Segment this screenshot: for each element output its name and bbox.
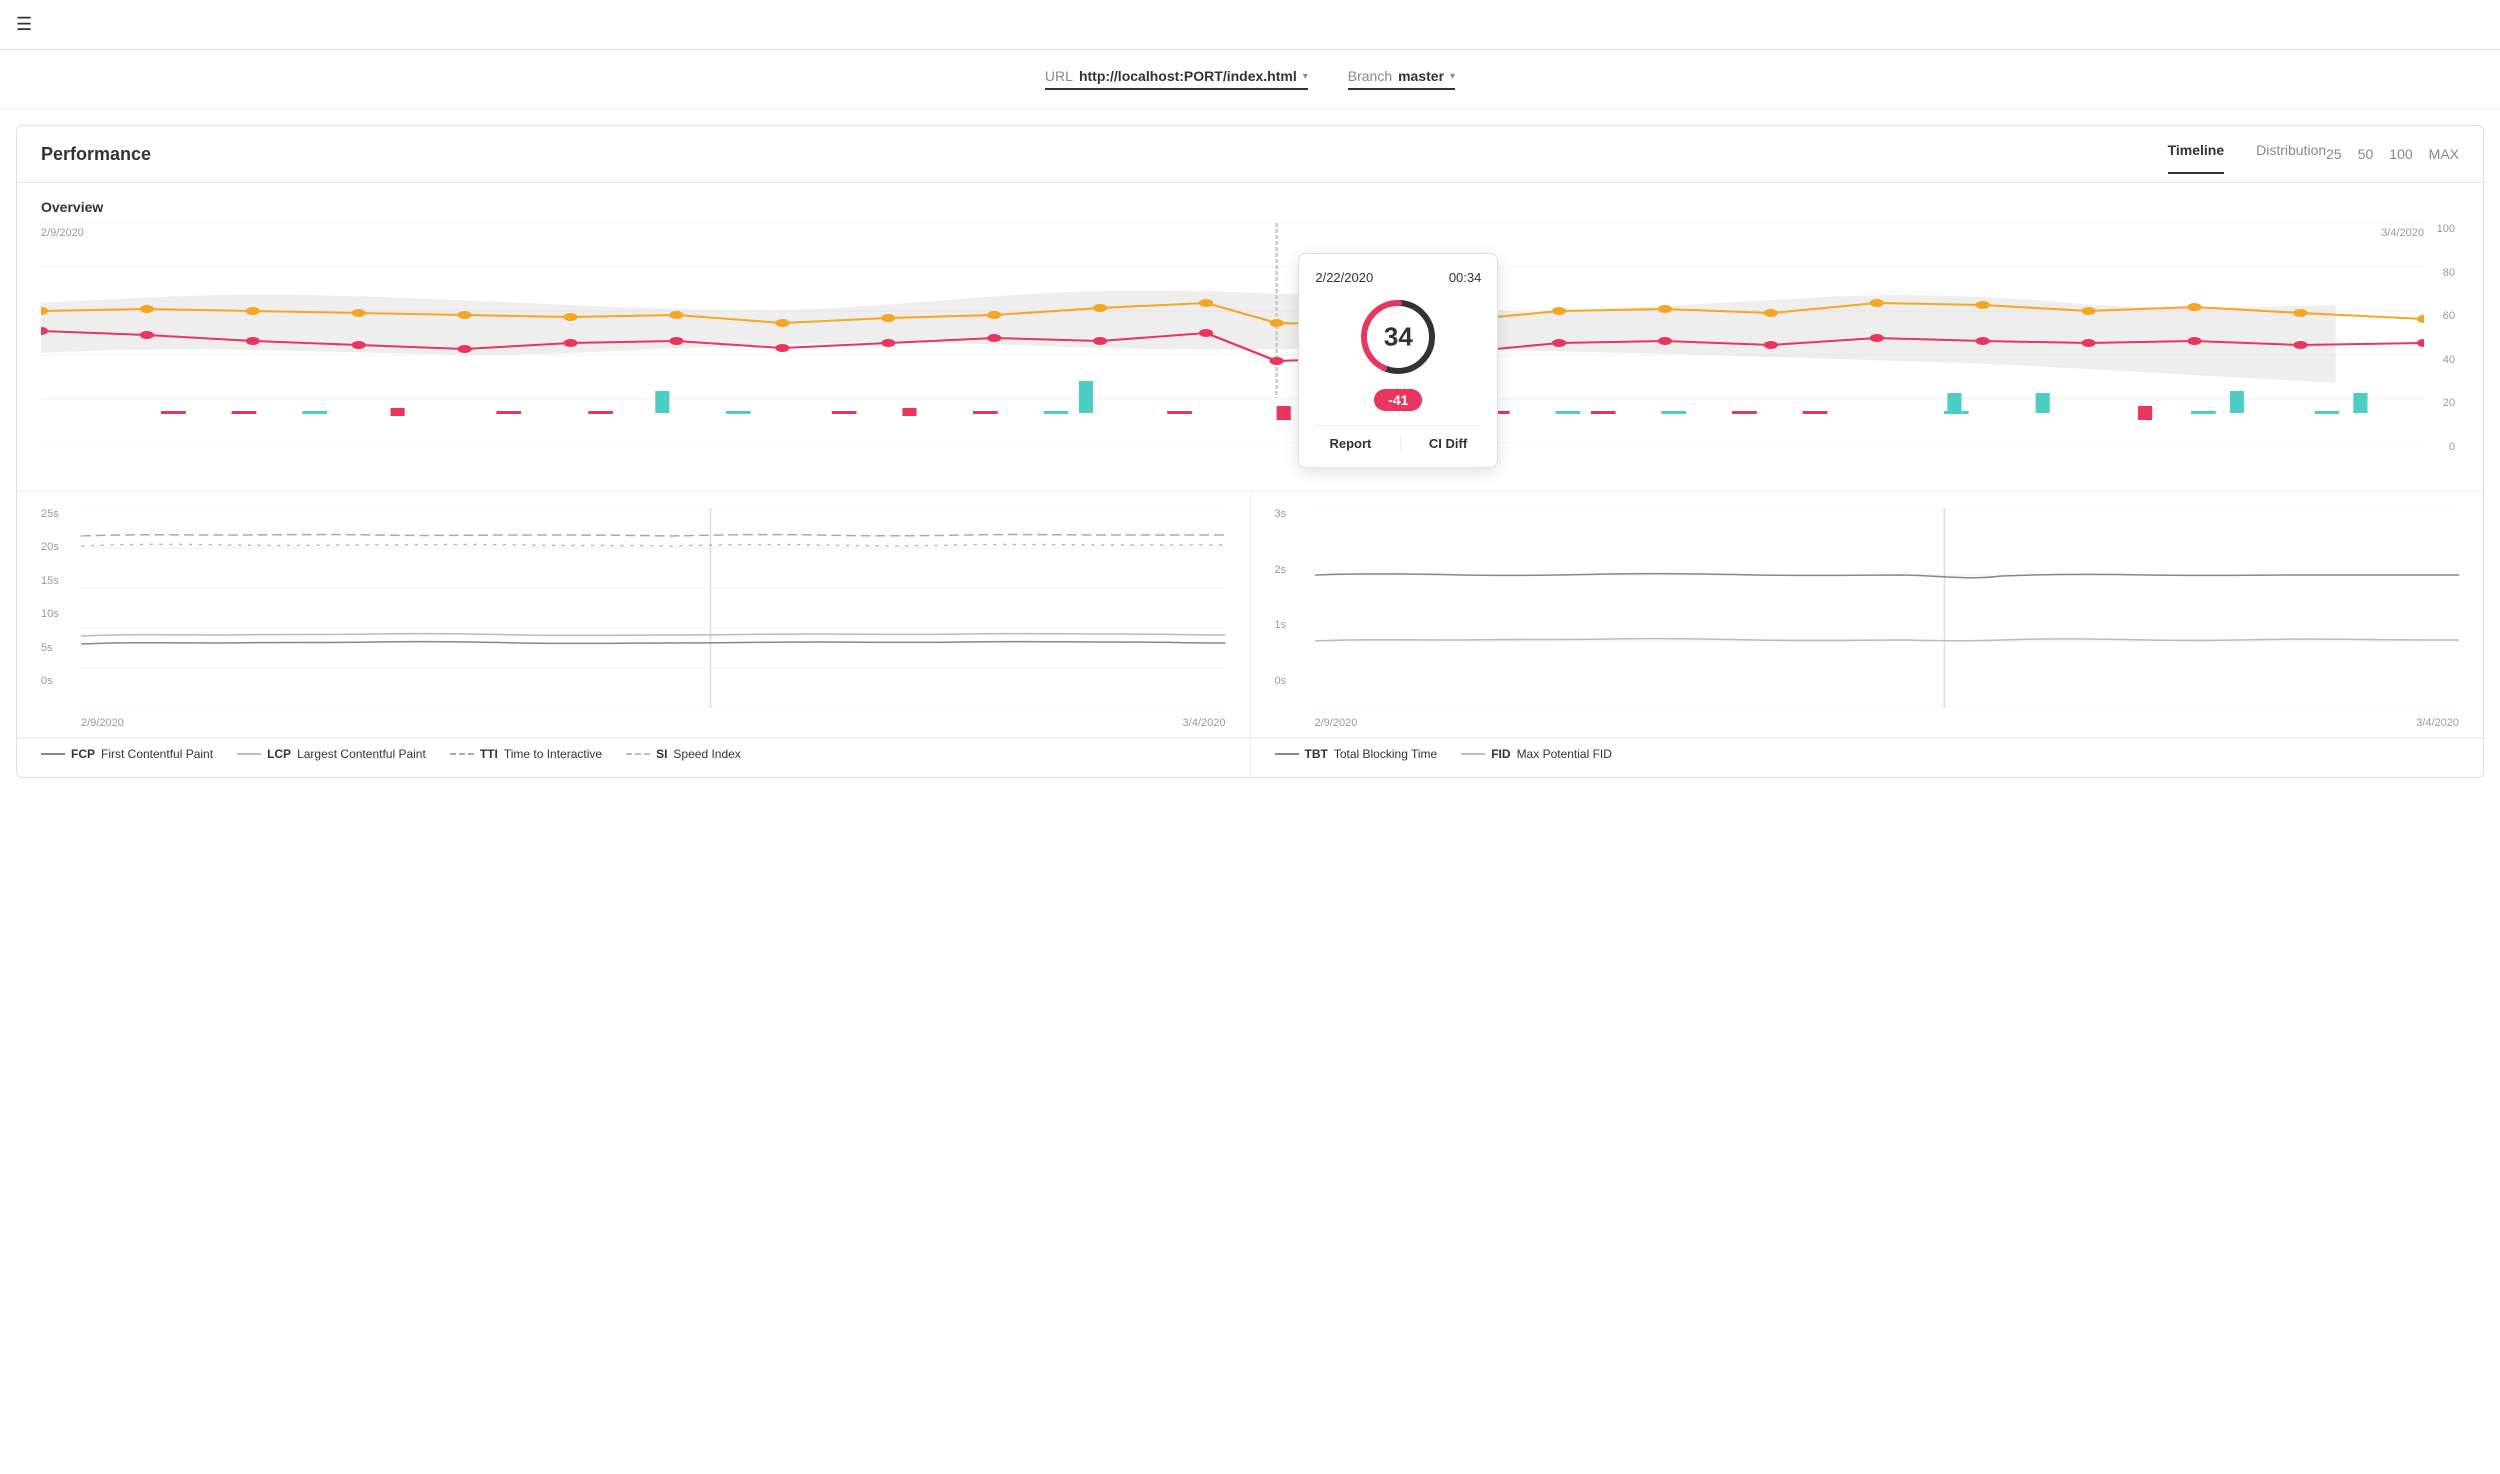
score-circle: 34 [1358, 297, 1438, 377]
ci-diff-button[interactable]: CI Diff [1429, 436, 1467, 451]
branch-value: master [1398, 68, 1444, 84]
legend-left: FCP First Contentful Paint LCP Largest C… [17, 738, 1251, 777]
legend-tbt: TBT Total Blocking Time [1275, 747, 1438, 761]
legend-fid: FID Max Potential FID [1461, 747, 1612, 761]
main-chart-area: 100 80 60 40 20 0 [41, 223, 2459, 483]
url-label: URL [1045, 68, 1073, 84]
card-header: Performance Timeline Distribution 25 50 … [17, 126, 2483, 183]
bottom-chart-left: 25s 20s 15s 10s 5s 0s [17, 492, 1251, 737]
bc-x-labels-left: 2/9/2020 3/4/2020 [81, 717, 1226, 729]
tooltip-date: 2/22/2020 [1315, 270, 1373, 285]
page-size-options: 25 50 100 MAX [2326, 146, 2459, 162]
legend-tti-line [450, 753, 474, 755]
bottom-chart-right: 3s 2s 1s 0s 2/9/2020 3/4/2020 [1251, 492, 2484, 737]
legend-lcp-line [237, 753, 261, 755]
card-tabs: Timeline Distribution [2168, 142, 2327, 166]
legend-fcp-line [41, 753, 65, 755]
branch-chevron-icon: ▾ [1450, 71, 1455, 82]
legend-right: TBT Total Blocking Time FID Max Potentia… [1251, 738, 2484, 777]
bc-y-axis-right: 3s 2s 1s 0s [1275, 508, 1287, 687]
legend-si-line [626, 753, 650, 755]
url-value: http://localhost:PORT/index.html [1079, 68, 1297, 84]
bc-y-axis-left: 25s 20s 15s 10s 5s 0s [41, 508, 59, 687]
card-title: Performance [41, 144, 2168, 165]
legend-fid-line [1461, 753, 1485, 755]
diff-badge: -41 [1315, 389, 1481, 411]
tab-timeline[interactable]: Timeline [2168, 142, 2225, 166]
tooltip-score-container: 34 [1315, 297, 1481, 377]
tab-distribution[interactable]: Distribution [2256, 142, 2326, 166]
page-size-25[interactable]: 25 [2326, 146, 2342, 162]
y-axis-right: 100 80 60 40 20 0 [2429, 223, 2459, 453]
top-bar: ☰ [0, 0, 2500, 50]
score-tooltip: 2/22/2020 00:34 34 [1298, 253, 1498, 468]
main-chart-svg-area [41, 223, 2424, 443]
tooltip-time: 00:34 [1449, 270, 1482, 285]
url-branch-bar: URL http://localhost:PORT/index.html ▾ B… [0, 50, 2500, 109]
url-selector[interactable]: URL http://localhost:PORT/index.html ▾ [1045, 68, 1308, 90]
bc-x-labels-right: 2/9/2020 3/4/2020 [1315, 717, 2460, 729]
tooltip-header: 2/22/2020 00:34 [1315, 270, 1481, 285]
branch-label: Branch [1348, 68, 1392, 84]
page-size-100[interactable]: 100 [2389, 146, 2412, 162]
diff-pill: -41 [1374, 389, 1422, 411]
legend-fcp: FCP First Contentful Paint [41, 747, 213, 761]
branch-selector[interactable]: Branch master ▾ [1348, 68, 1455, 90]
legend-tti: TTI Time to Interactive [450, 747, 602, 761]
legend-section: FCP First Contentful Paint LCP Largest C… [17, 737, 2483, 777]
score-value: 34 [1384, 322, 1413, 353]
report-button[interactable]: Report [1329, 436, 1371, 451]
bottom-charts: 25s 20s 15s 10s 5s 0s [17, 491, 2483, 737]
url-chevron-icon: ▾ [1303, 71, 1308, 82]
legend-lcp: LCP Largest Contentful Paint [237, 747, 426, 761]
page-size-50[interactable]: 50 [2358, 146, 2374, 162]
overview-label: Overview [41, 199, 2459, 215]
performance-card: Performance Timeline Distribution 25 50 … [16, 125, 2484, 778]
legend-si: SI Speed Index [626, 747, 741, 761]
overview-section: Overview 100 80 60 40 20 0 [17, 183, 2483, 483]
tooltip-actions: Report CI Diff [1315, 425, 1481, 451]
legend-tbt-line [1275, 753, 1299, 755]
page-size-max[interactable]: MAX [2429, 146, 2459, 162]
menu-hamburger-icon[interactable]: ☰ [16, 14, 32, 35]
